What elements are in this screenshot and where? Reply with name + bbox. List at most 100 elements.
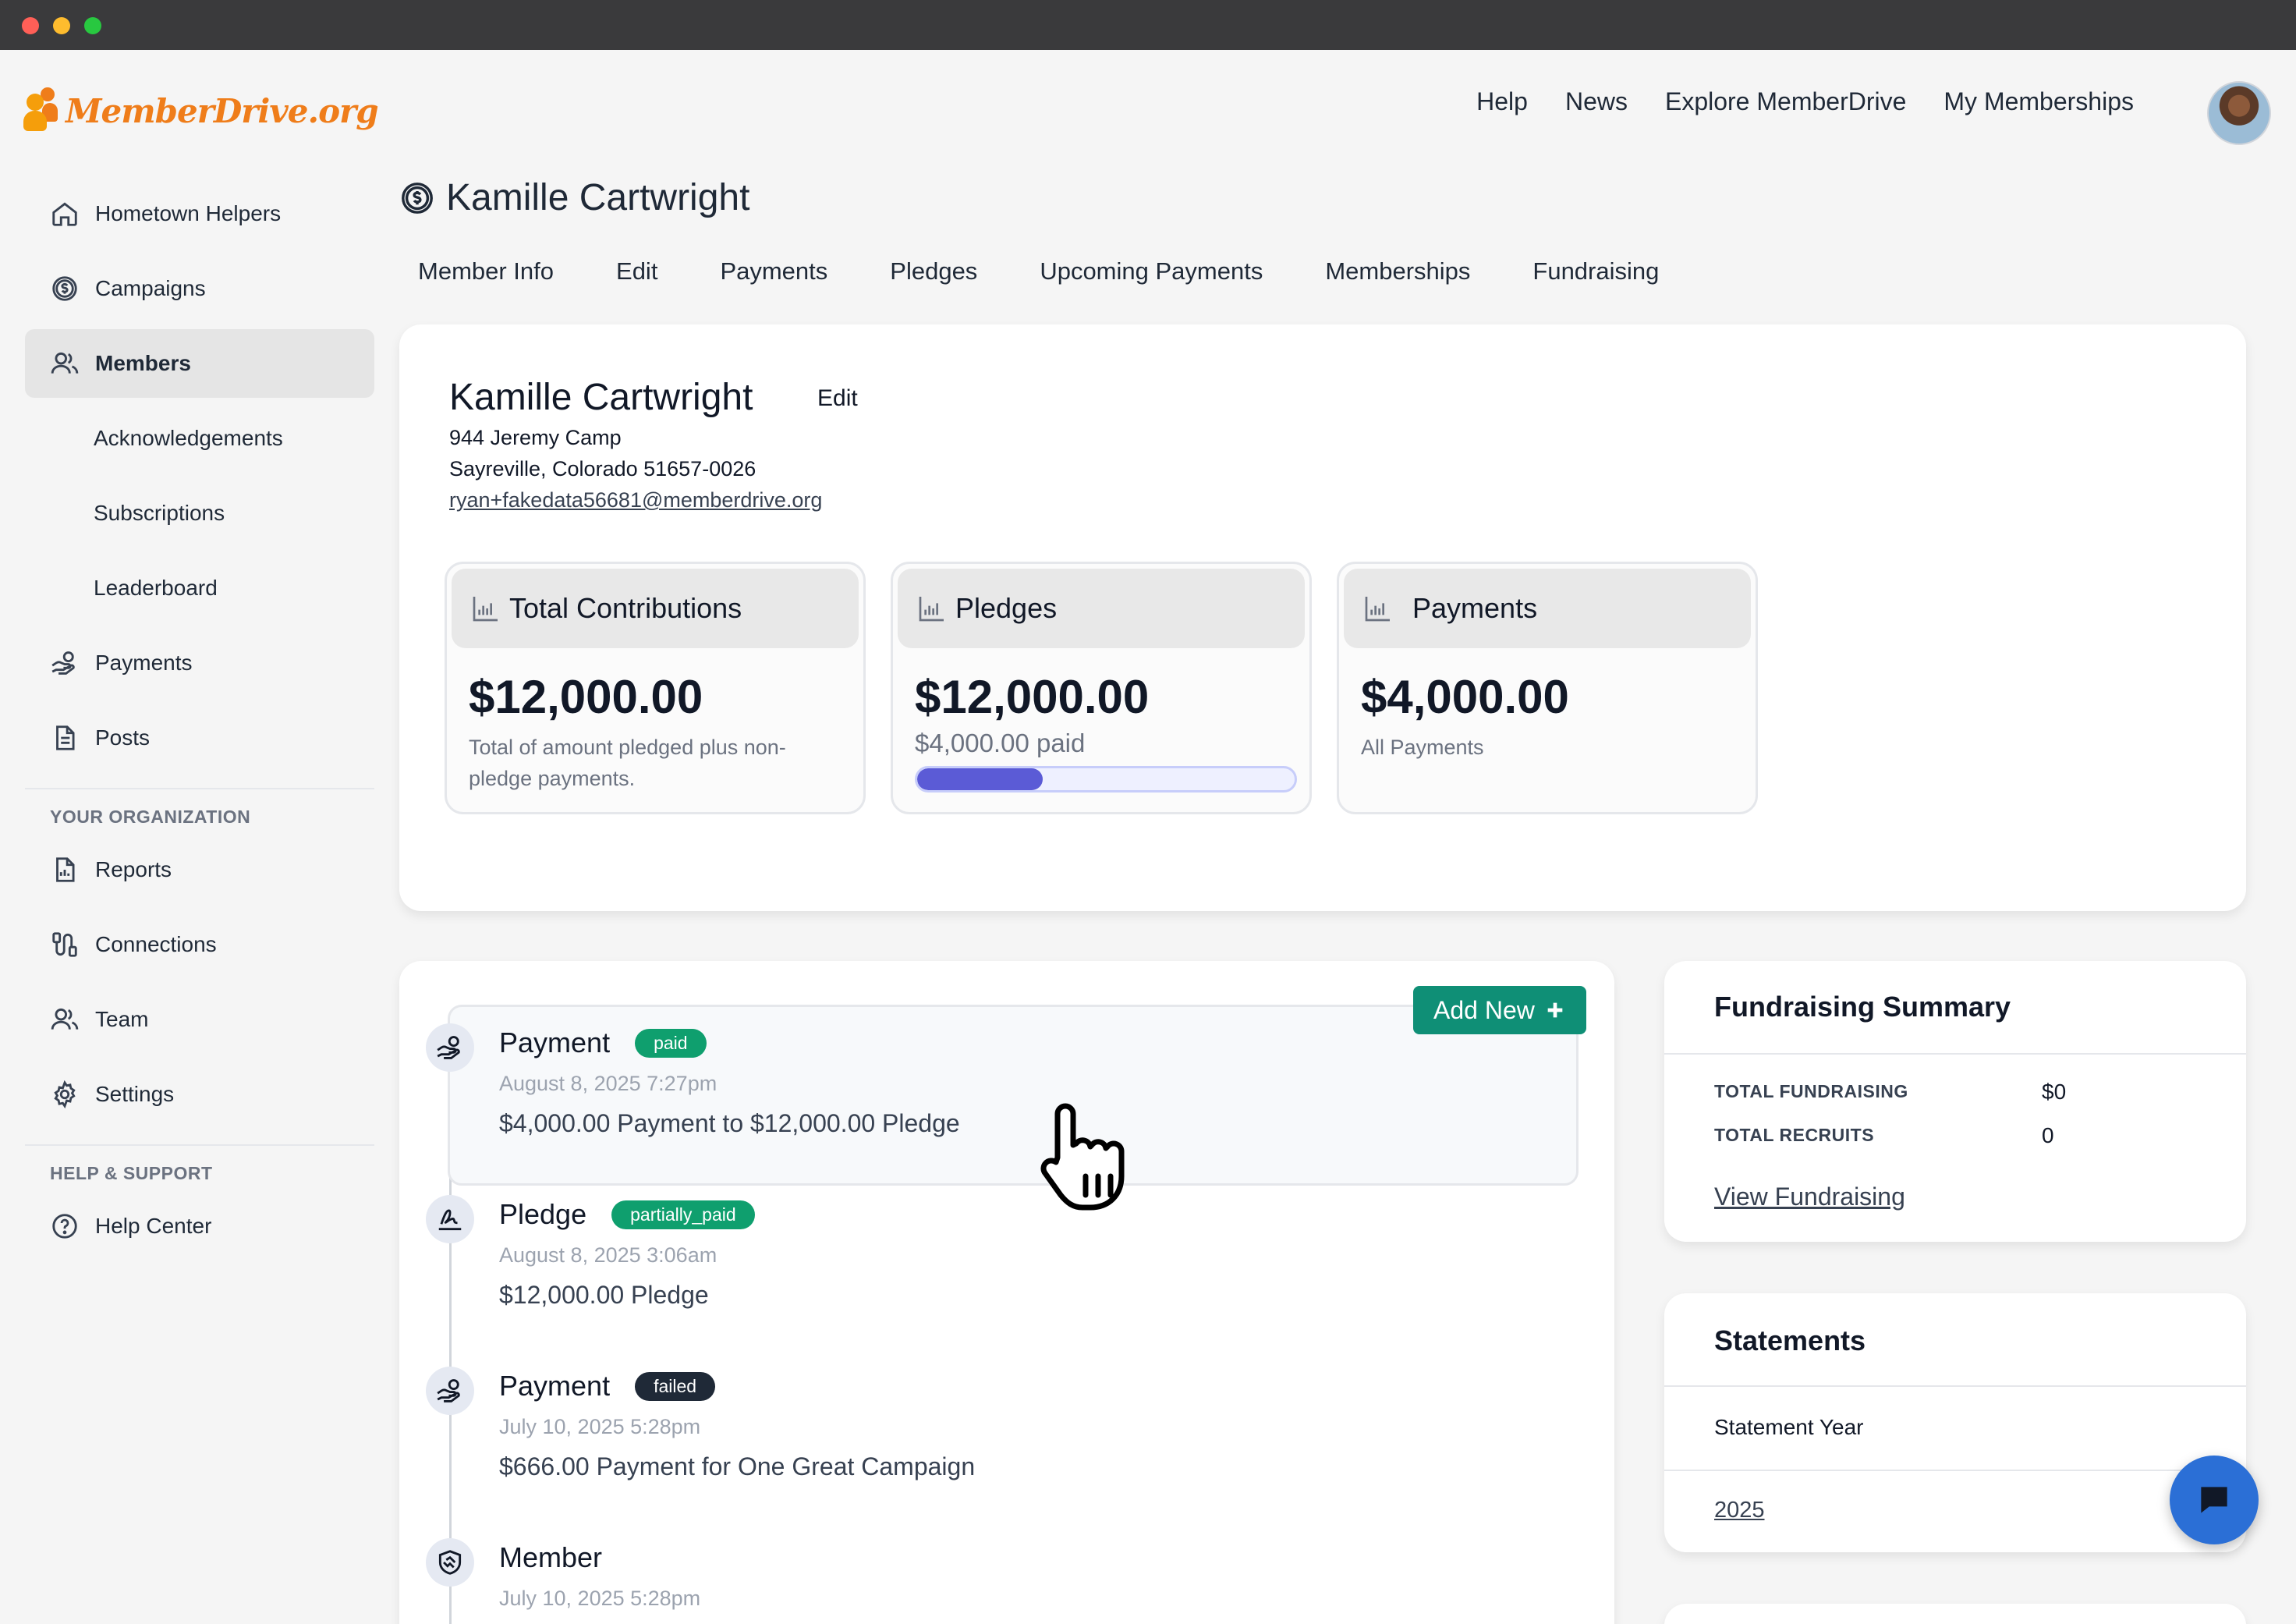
member-address-line2: Sayreville, Colorado 51657-0026 (449, 457, 756, 480)
sidebar-item-connections[interactable]: Connections (25, 910, 374, 979)
home-icon (52, 202, 77, 226)
stat-pledges: Pledges $12,000.00 $4,000.00 paid (891, 562, 1312, 814)
bar-chart-icon (919, 597, 944, 622)
topnav-memberships-link[interactable]: My Memberships (1943, 87, 2134, 116)
tab-upcoming-payments[interactable]: Upcoming Payments (1040, 257, 1263, 285)
pledge-progress-bar (915, 766, 1297, 792)
tab-pledges[interactable]: Pledges (890, 257, 977, 285)
connections-icon (52, 932, 77, 957)
timeline-type: Payment (499, 1027, 611, 1058)
sidebar-item-posts[interactable]: Posts (25, 704, 374, 772)
timeline-date: July 10, 2025 5:28pm (499, 1587, 701, 1610)
fundraising-summary-card: Fundraising Summary TOTAL FUNDRAISING $0… (1664, 961, 2246, 1242)
stat-description: All Payments (1361, 736, 1484, 759)
page-title-text: Kamille Cartwright (446, 177, 750, 218)
sidebar-item-label: Help Center (95, 1214, 212, 1238)
total-recruits-label: TOTAL RECRUITS (1714, 1125, 1875, 1145)
topnav-explore-link[interactable]: Explore MemberDrive (1665, 87, 1906, 116)
sidebar-item-label: Members (95, 351, 191, 375)
add-new-button[interactable]: Add New (1413, 986, 1586, 1034)
sidebar-item-hometown-helpers[interactable]: Hometown Helpers (25, 179, 374, 248)
user-avatar[interactable] (2207, 81, 2271, 145)
member-email-link[interactable]: ryan+fakedata56681@memberdrive.org (449, 488, 822, 512)
timeline-description: $4,000.00 Payment to $12,000.00 Pledge (499, 1109, 960, 1137)
member-info-card: Kamille Cartwright Edit 944 Jeremy Camp … (399, 324, 2246, 911)
tab-payments[interactable]: Payments (720, 257, 827, 285)
timeline-icon (426, 1367, 474, 1415)
statement-year-header: Statement Year (1714, 1415, 1864, 1439)
tab-memberships[interactable]: Memberships (1325, 257, 1470, 285)
bar-chart-icon (1365, 597, 1390, 622)
sidebar-item-campaigns[interactable]: Campaigns (25, 254, 374, 323)
total-fundraising-value: $0 (2042, 1080, 2067, 1104)
hand-pointer-cursor-icon (1040, 1103, 1125, 1211)
activity-timeline-card: Add New Payment paid August 8, 2025 7:27… (399, 961, 1614, 1624)
sidebar-divider (25, 788, 374, 789)
top-nav: Help News Explore MemberDrive My Members… (1476, 87, 2134, 116)
timeline-type: Member (499, 1541, 603, 1573)
next-card-peek (1664, 1604, 2246, 1624)
window-minimize-button[interactable] (53, 17, 70, 34)
signature-icon (438, 1209, 462, 1231)
stat-total-contributions: Total Contributions $12,000.00 Total of … (445, 562, 866, 814)
sidebar-item-members[interactable]: Members (25, 329, 374, 398)
stat-title: Total Contributions (509, 592, 742, 624)
dollar-circle-icon (52, 276, 77, 301)
timeline-icon (426, 1023, 474, 1072)
sidebar-item-acknowledgements[interactable]: Acknowledgements (25, 404, 374, 473)
timeline-date: August 8, 2025 3:06am (499, 1243, 718, 1267)
hand-coin-icon (51, 651, 75, 675)
document-icon (56, 725, 75, 750)
sidebar-item-reports[interactable]: Reports (25, 835, 374, 904)
sidebar-item-team[interactable]: Team (25, 985, 374, 1054)
tab-edit[interactable]: Edit (616, 257, 657, 285)
member-address-line1: 944 Jeremy Camp (449, 426, 622, 449)
member-edit-link[interactable]: Edit (817, 385, 858, 412)
users-icon (51, 1008, 79, 1030)
status-badge: paid (635, 1028, 707, 1058)
dollar-circle-icon (402, 182, 433, 214)
statements-card: Statements Statement Year 2025 (1664, 1293, 2246, 1552)
sidebar-heading-help: HELP & SUPPORT (50, 1163, 213, 1183)
gear-icon (54, 1080, 76, 1109)
timeline-icon (426, 1195, 474, 1243)
timeline-description: $12,000.00 Pledge (499, 1281, 709, 1309)
member-tabs: Member Info Edit Payments Pledges Upcomi… (418, 257, 1659, 285)
sidebar-item-settings[interactable]: Settings (25, 1060, 374, 1129)
sidebar: Hometown Helpers Campaigns Members Ackno… (25, 179, 374, 1267)
topnav-help-link[interactable]: Help (1476, 87, 1528, 116)
brand-logo[interactable]: MemberDrive.org (23, 87, 379, 134)
timeline-title: Member (499, 1541, 602, 1574)
view-fundraising-link[interactable]: View Fundraising (1714, 1183, 1905, 1211)
pledge-progress-fill (917, 768, 1043, 790)
window-close-button[interactable] (22, 17, 39, 34)
question-circle-icon (52, 1214, 77, 1239)
sidebar-item-leaderboard[interactable]: Leaderboard (25, 554, 374, 622)
chat-button[interactable] (2170, 1456, 2259, 1544)
sidebar-item-label: Acknowledgements (94, 426, 283, 450)
sidebar-heading-organization: YOUR ORGANIZATION (50, 807, 251, 827)
stat-value: $12,000.00 (915, 671, 1150, 723)
tab-member-info[interactable]: Member Info (418, 257, 554, 285)
sidebar-item-help-center[interactable]: Help Center (25, 1192, 374, 1261)
sidebar-item-payments[interactable]: Payments (25, 629, 374, 697)
plus-icon (1547, 1002, 1563, 1018)
timeline-date: August 8, 2025 7:27pm (499, 1072, 718, 1095)
window-titlebar (0, 0, 2296, 50)
sidebar-item-label: Campaigns (95, 276, 206, 300)
hand-coin-icon (437, 1036, 460, 1059)
timeline-date: July 10, 2025 5:28pm (499, 1415, 701, 1438)
tab-fundraising[interactable]: Fundraising (1532, 257, 1659, 285)
users-icon (51, 352, 79, 374)
sidebar-item-subscriptions[interactable]: Subscriptions (25, 479, 374, 548)
timeline-description: $666.00 Payment for One Great Campaign (499, 1452, 976, 1480)
topnav-news-link[interactable]: News (1565, 87, 1628, 116)
timeline-title: Pledge partially_paid (499, 1198, 755, 1231)
statement-year-link[interactable]: 2025 (1714, 1498, 1765, 1523)
total-recruits-value: 0 (2042, 1123, 2054, 1147)
handshake-icon (438, 1550, 462, 1575)
window-zoom-button[interactable] (84, 17, 101, 34)
stat-value: $12,000.00 (469, 671, 703, 723)
hand-coin-icon (437, 1379, 460, 1402)
page-title: Kamille Cartwright (399, 176, 749, 219)
